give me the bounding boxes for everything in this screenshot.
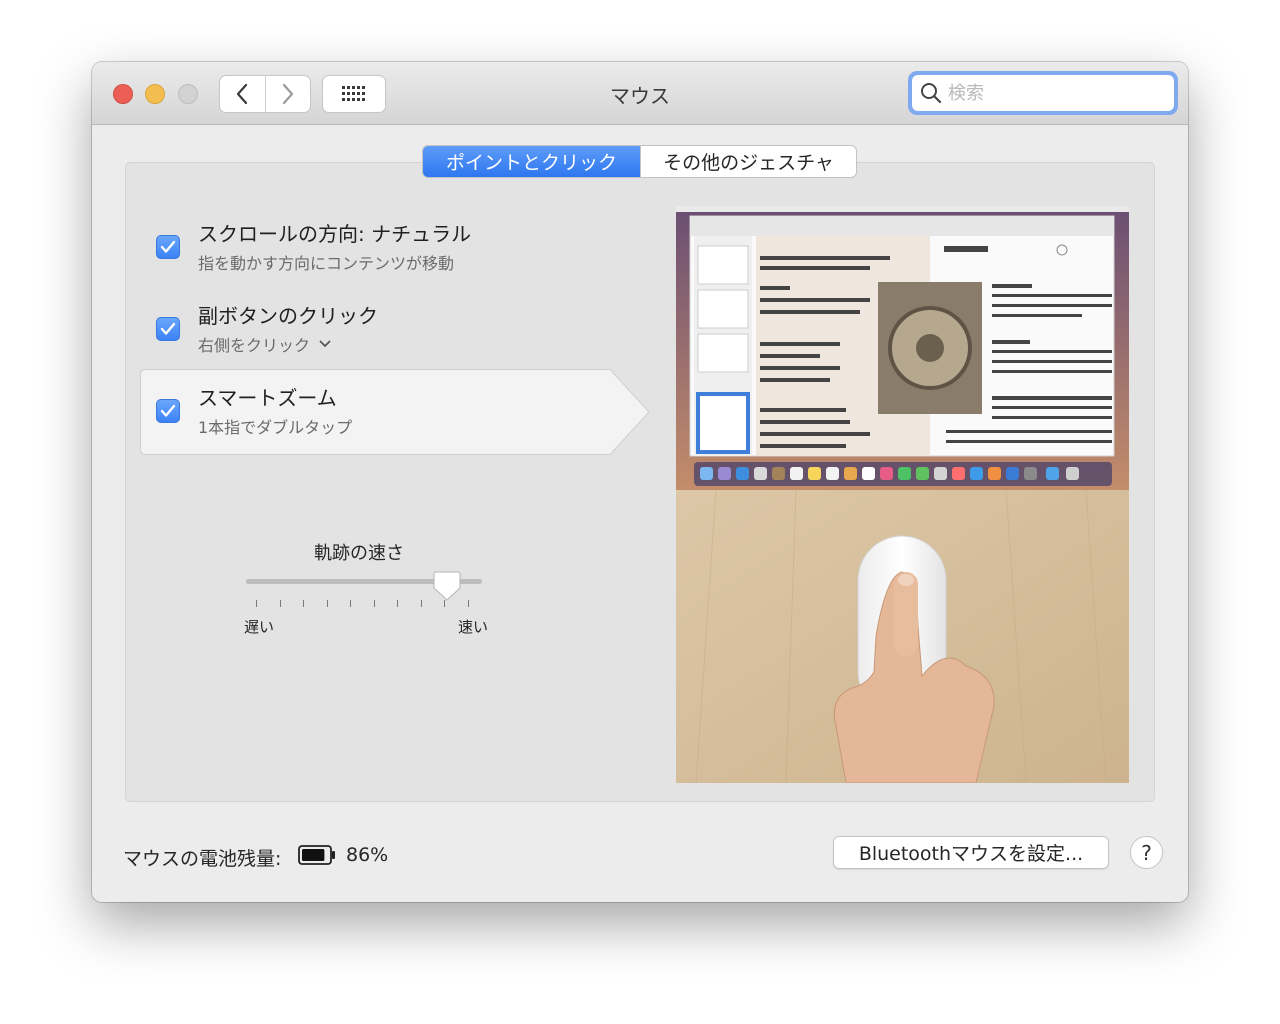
chevron-down-icon [319,340,331,347]
search-box[interactable] [912,75,1174,111]
slider-tick [279,600,281,607]
checkmark-icon [160,404,176,417]
slider-tick [326,600,328,607]
tab-more-gestures[interactable]: その他のジェスチャ [640,146,856,177]
option-title: 副ボタンのクリック [198,304,378,328]
option-title: スクロールの方向: ナチュラル [198,222,472,246]
help-button[interactable]: ? [1130,836,1163,869]
option-title: スマートズーム [198,386,337,410]
checkmark-icon [160,322,176,335]
slider-tick [350,600,352,607]
tracking-speed-slider[interactable] [244,567,484,627]
search-field [908,71,1178,115]
tracking-speed-label: 軌跡の速さ [314,543,404,564]
checkmark-icon [160,240,176,253]
tab-bar: ポイントとクリック その他のジェスチャ [422,145,857,178]
setup-bluetooth-mouse-button[interactable]: Bluetoothマウスを設定... [833,836,1109,869]
slider-tick [256,600,257,607]
slow-label: 遅い [244,618,275,636]
option-subtitle: 指を動かす方向にコンテンツが移動 [198,254,455,273]
tab-point-and-click[interactable]: ポイントとクリック [423,146,640,177]
option-subtitle: 1本指でダブルタップ [198,418,353,437]
search-input[interactable] [946,81,1150,105]
slider-fill [246,579,447,584]
slider-tick [420,600,422,607]
slider-ticks [256,600,469,608]
slider-tick [468,600,469,607]
slider-tick [397,600,399,607]
battery-label: マウスの電池残量: [123,848,282,870]
search-icon [921,83,942,104]
smart-zoom-checkbox[interactable] [156,399,180,423]
gesture-preview-video [676,206,1129,783]
secondary-click-checkbox[interactable] [156,317,180,341]
fast-label: 速い [458,618,489,636]
preferences-window: マウス ポイントとクリック その他のジェスチャ スクロールの方向: ナチュラル … [92,62,1188,902]
option-subtitle: 右側をクリック [198,336,311,355]
battery-percent: 86% [346,844,389,866]
slider-knob[interactable] [433,571,461,601]
slider-tick [373,600,375,607]
battery-icon [298,845,335,865]
secondary-click-dropdown[interactable]: 右側をクリック [198,332,331,356]
title-bar: マウス [92,62,1188,125]
scroll-direction-checkbox[interactable] [156,235,180,259]
slider-tick [444,600,446,607]
slider-tick [303,600,305,607]
